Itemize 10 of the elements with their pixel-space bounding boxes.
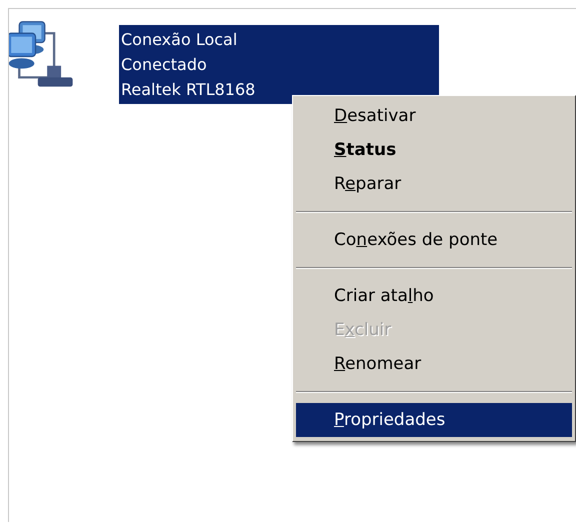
menu-item[interactable]: Reparar — [296, 167, 572, 201]
connection-text: Conectado — [121, 54, 208, 76]
connection-text: Conexão Local — [121, 29, 238, 51]
menu-item[interactable]: Propriedades — [296, 403, 572, 437]
menu-item[interactable]: Renomear — [296, 347, 572, 381]
connection-label[interactable]: Conexão Local Conectado Realtek RTL8168 — [119, 25, 439, 104]
connection-text: Realtek RTL8168 — [121, 79, 256, 101]
menu-item[interactable]: Status — [296, 133, 572, 167]
menu-item[interactable]: Criar atalho — [296, 279, 572, 313]
menu-item[interactable]: Conexões de ponte — [296, 223, 572, 257]
